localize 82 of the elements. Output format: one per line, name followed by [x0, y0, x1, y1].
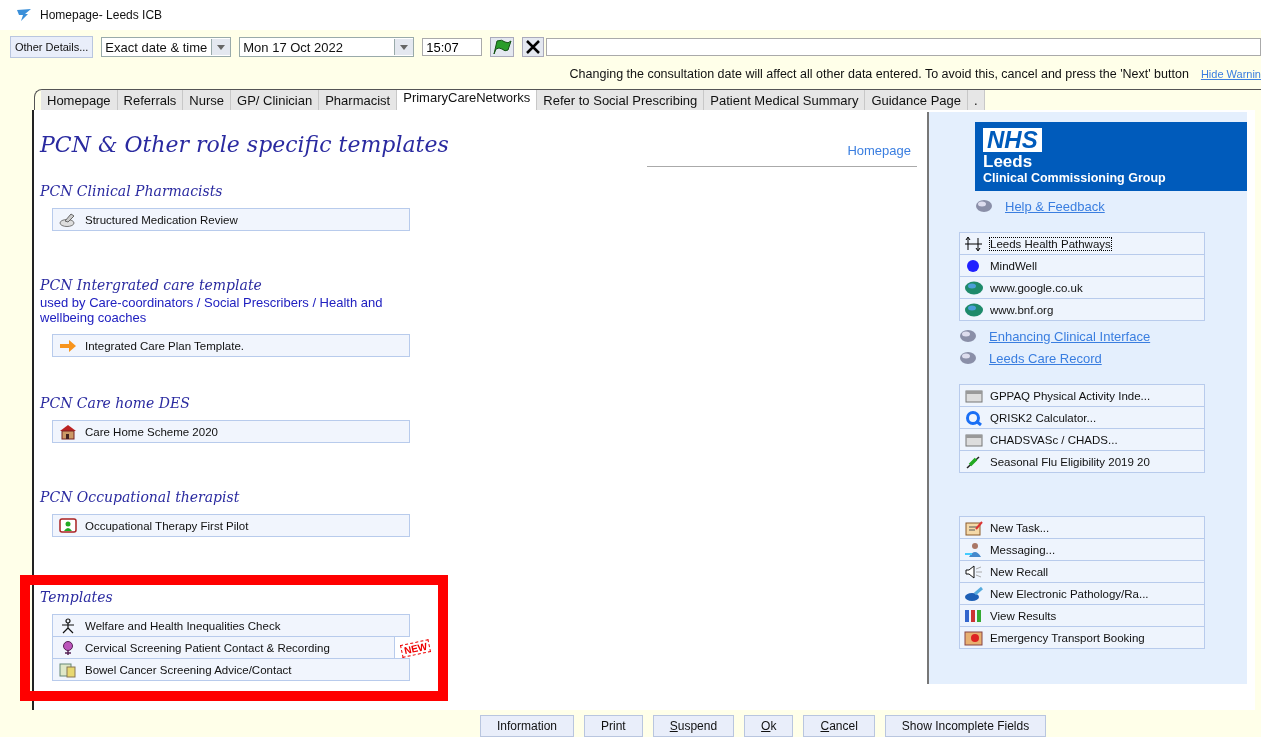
- arrows-icon: [964, 235, 984, 252]
- section-heading: PCN Care home DES: [40, 395, 191, 411]
- document-icon: [59, 661, 77, 678]
- template-item[interactable]: Structured Medication Review: [52, 208, 410, 231]
- flag-icon[interactable]: [490, 37, 515, 57]
- template-item[interactable]: Cervical Screening Patient Contact & Recording: [52, 636, 395, 659]
- section-heading: PCN Intergrated care template: [40, 277, 263, 293]
- sidebar-item[interactable]: New Recall: [959, 560, 1205, 583]
- caret-icon: [217, 44, 226, 50]
- people-icon: [964, 541, 984, 558]
- test-tubes-icon: [964, 607, 984, 624]
- flask-icon: [964, 585, 984, 602]
- close-icon[interactable]: [522, 37, 545, 57]
- tab[interactable]: Refer to Social Prescribing: [537, 90, 705, 110]
- footer-button[interactable]: Show Incomplete Fields: [884, 715, 1047, 737]
- sidebar-item[interactable]: GPPAQ Physical Activity Inde...: [959, 384, 1205, 407]
- speaker-icon: [964, 563, 984, 580]
- footer-button[interactable]: Ok: [744, 715, 794, 737]
- stick-figure-icon: [59, 617, 77, 634]
- tab[interactable]: GP/ Clinician: [231, 90, 320, 110]
- tab[interactable]: Referrals: [117, 90, 184, 110]
- url-globe-icon: [964, 279, 984, 296]
- nhs-logo: NHS Leeds Clinical Commissioning Group: [975, 122, 1247, 191]
- window-title: Homepage- Leeds ICB: [40, 8, 163, 22]
- sidebar-link[interactable]: Enhancing Clinical Interface: [989, 328, 1151, 344]
- other-details-button[interactable]: Other Details...: [10, 36, 94, 58]
- template-item[interactable]: Occupational Therapy First Pilot: [52, 514, 410, 537]
- sidebar-item[interactable]: CHADSVASc / CHADS...: [959, 428, 1205, 451]
- tab[interactable]: PrimaryCareNetworks: [397, 90, 538, 110]
- url-globe-icon: [964, 301, 984, 318]
- template-item[interactable]: Care Home Scheme 2020: [52, 420, 410, 443]
- section-heading: PCN Clinical Pharmacists: [40, 183, 224, 199]
- mortar-icon: [59, 211, 77, 228]
- sidebar-item[interactable]: Emergency Transport Booking: [959, 626, 1205, 649]
- sidebar-item[interactable]: Seasonal Flu Eligibility 2019 20: [959, 450, 1205, 473]
- section-heading: PCN Occupational therapist: [40, 489, 241, 505]
- footer-button[interactable]: Information: [480, 715, 575, 737]
- template-item[interactable]: Integrated Care Plan Template.: [52, 334, 410, 357]
- tab[interactable]: Guidance Page: [865, 90, 968, 110]
- tab[interactable]: Nurse: [183, 90, 232, 110]
- sidebar-item[interactable]: View Results: [959, 604, 1205, 627]
- arrow-icon: [59, 337, 77, 354]
- page-title: PCN & Other role specific templates: [40, 132, 449, 157]
- warning-message: Changing the consultation date will affect all other data entered. To avoid this, cancel and press the 'Next' button: [569, 67, 1189, 81]
- person-frame-icon: [59, 517, 77, 534]
- tab[interactable]: .: [968, 90, 985, 110]
- house-icon: [59, 423, 77, 440]
- time-field[interactable]: 15:07: [422, 38, 483, 56]
- date-dropdown[interactable]: Mon 17 Oct 2022: [239, 37, 415, 57]
- sidebar-item[interactable]: QRISK2 Calculator...: [959, 406, 1205, 429]
- template-item[interactable]: Welfare and Health Inequalities Check: [52, 614, 410, 637]
- globe-icon: [975, 199, 993, 213]
- date-mode-dropdown[interactable]: Exact date & time: [101, 37, 232, 57]
- q-icon: [964, 409, 984, 426]
- sidebar-item[interactable]: New Task...: [959, 516, 1205, 539]
- globe-icon: [959, 351, 977, 365]
- globe-icon: [959, 329, 977, 343]
- window-icon: [964, 387, 984, 404]
- footer-button[interactable]: Print: [584, 715, 643, 737]
- sidebar-item[interactable]: www.bnf.org: [959, 298, 1205, 321]
- section-description: used by Care-coordinators / Social Prescribers / Health and wellbeing coaches: [40, 295, 384, 325]
- text-field[interactable]: [546, 38, 1261, 56]
- tab[interactable]: Homepage: [41, 90, 118, 110]
- sidebar-item[interactable]: Messaging...: [959, 538, 1205, 561]
- sidebar-item[interactable]: www.google.co.uk: [959, 276, 1205, 299]
- clipboard-icon: [964, 519, 984, 536]
- sidebar-item[interactable]: MindWell: [959, 254, 1205, 277]
- hide-warning-link[interactable]: Hide Warnin: [1200, 68, 1261, 80]
- tab[interactable]: Pharmacist: [319, 90, 398, 110]
- sidebar-item[interactable]: New Electronic Pathology/Ra...: [959, 582, 1205, 605]
- footer-button[interactable]: Suspend: [652, 715, 735, 737]
- app-logo-icon: [16, 8, 32, 22]
- tab[interactable]: Patient Medical Summary: [704, 90, 866, 110]
- caret-icon: [400, 44, 409, 50]
- template-item[interactable]: Bowel Cancer Screening Advice/Contact: [52, 658, 410, 681]
- sidebar-item[interactable]: Leeds Health Pathways: [959, 232, 1205, 255]
- homepage-link[interactable]: Homepage: [647, 143, 917, 167]
- footer-button[interactable]: Cancel: [803, 715, 875, 737]
- sidebar-link[interactable]: Help & Feedback: [1005, 198, 1105, 214]
- window-icon: [964, 431, 984, 448]
- section-heading: Templates: [40, 589, 114, 605]
- sidebar-link[interactable]: Leeds Care Record: [989, 350, 1102, 366]
